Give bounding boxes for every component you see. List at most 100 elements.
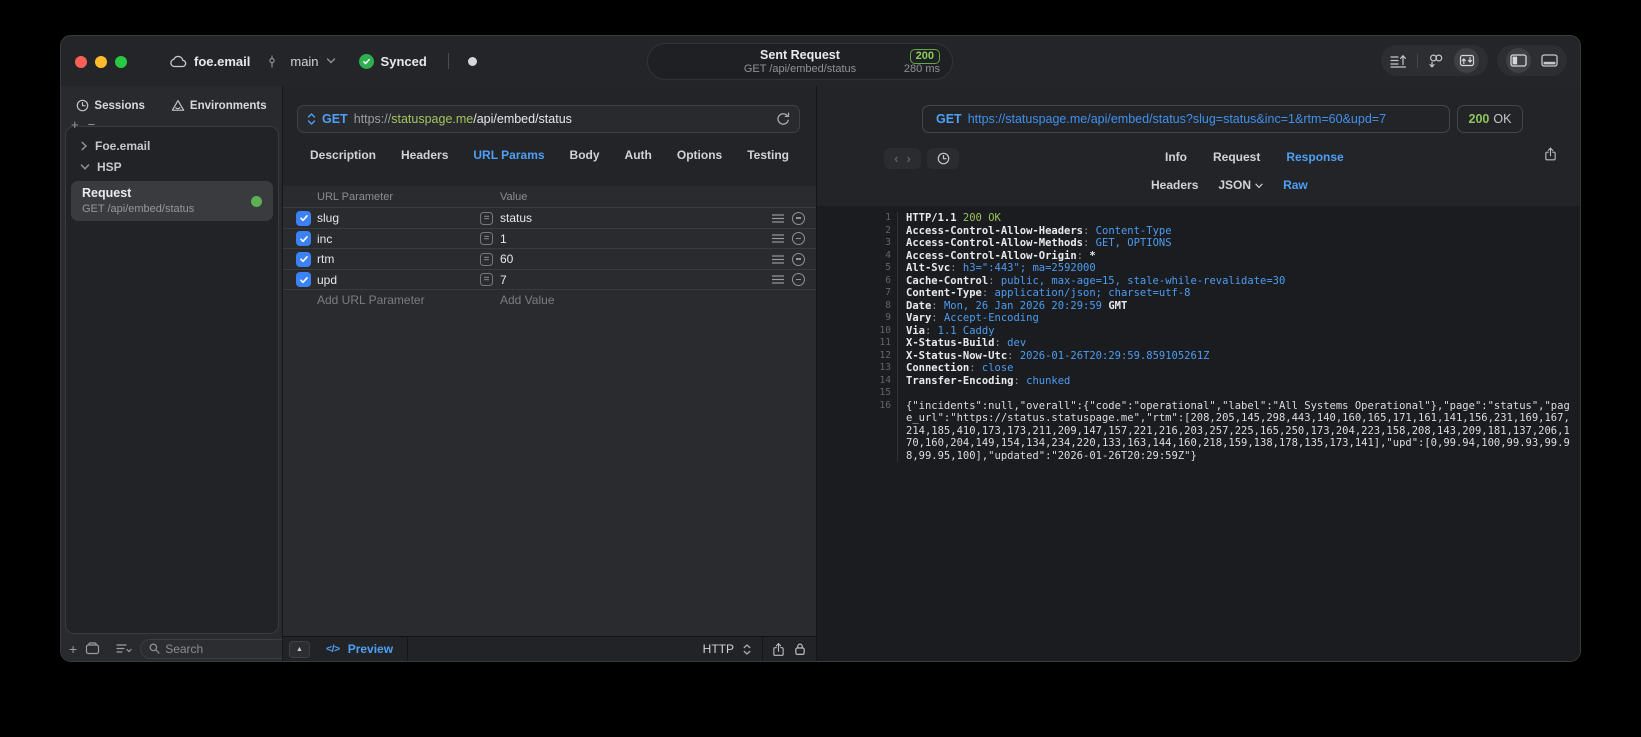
line-number: 1	[885, 212, 891, 223]
request-method[interactable]: GET	[322, 112, 348, 126]
param-enabled-checkbox[interactable]	[296, 272, 311, 287]
sidebar-footer: +	[61, 636, 330, 661]
sync-project-icon[interactable]	[1454, 48, 1479, 73]
param-value-field[interactable]: 1	[500, 232, 507, 246]
new-group-icon[interactable]	[85, 642, 100, 655]
sidebar-tab-environments[interactable]: Environments	[171, 99, 267, 112]
response-tab-request[interactable]: Request	[1213, 150, 1260, 164]
export-response-icon[interactable]	[1544, 146, 1557, 162]
equals-icon: =	[480, 232, 493, 245]
param-enabled-checkbox[interactable]	[296, 231, 311, 246]
add-session-button[interactable]: +	[71, 117, 79, 132]
param-table-header: URL Parameter Value	[283, 186, 816, 207]
search-icon	[149, 643, 160, 654]
header-key: Transfer-Encoding	[906, 374, 1014, 387]
response-tab-info[interactable]: Info	[1165, 150, 1187, 164]
response-viewer[interactable]: 1 HTTP/1.1 200 OK 2 Access-Control-Allow-He…	[817, 206, 1580, 661]
method-selector-icon[interactable]	[307, 113, 316, 125]
share-icon[interactable]	[772, 642, 785, 657]
request-tab-body[interactable]: Body	[570, 148, 600, 162]
header-value-plain: *	[1089, 249, 1096, 262]
code-line: 9 Vary: Accept-Encoding	[867, 312, 1570, 325]
param-value-field[interactable]: 7	[500, 273, 507, 287]
pull-changes-icon[interactable]	[1428, 53, 1444, 68]
param-enabled-checkbox[interactable]	[296, 251, 311, 267]
preview-button[interactable]: Preview	[348, 642, 393, 656]
header-value: close	[981, 362, 1014, 374]
param-name-field[interactable]: inc	[317, 232, 332, 246]
response-tab-response[interactable]: Response	[1286, 150, 1343, 164]
param-enabled-checkbox[interactable]	[296, 210, 311, 226]
response-format-json[interactable]: JSON	[1218, 178, 1263, 192]
response-format-headers[interactable]: Headers	[1151, 178, 1198, 192]
close-window-button[interactable]	[75, 56, 87, 68]
param-name-field[interactable]: rtm	[317, 252, 334, 266]
chevron-right-icon	[80, 141, 88, 151]
back-button[interactable]: ‹	[894, 151, 898, 166]
param-name-field[interactable]: slug	[317, 211, 339, 225]
request-list-item[interactable]: Request GET /api/embed/status	[71, 181, 273, 221]
sidebar-tab-sessions[interactable]: Sessions	[76, 99, 145, 112]
request-tab-options[interactable]: Options	[677, 148, 722, 162]
remove-session-button[interactable]: −	[88, 117, 96, 132]
request-url-bar[interactable]: GET https://statuspage.me/api/embed/stat…	[297, 105, 800, 133]
history-button[interactable]	[927, 148, 959, 169]
project-name[interactable]: foe.email	[194, 54, 250, 69]
header-key: Access-Control-Allow-Headers	[906, 224, 1084, 237]
param-value-field[interactable]: status	[500, 211, 532, 225]
lock-icon[interactable]	[794, 642, 806, 656]
new-request-button[interactable]: +	[69, 641, 77, 657]
line-number: 6	[885, 274, 891, 286]
equals-icon: =	[480, 252, 493, 266]
sort-filter-icon[interactable]	[116, 643, 132, 654]
param-value-field[interactable]: 60	[500, 252, 513, 266]
request-tab-headers[interactable]: Headers	[401, 148, 448, 162]
titlebar-divider	[447, 53, 449, 69]
remove-param-icon[interactable]	[792, 273, 805, 287]
summary-title: Sent Request	[760, 48, 840, 62]
protocol-selector[interactable]: HTTP	[703, 642, 734, 656]
expand-panel-button[interactable]: ▲	[289, 640, 310, 658]
protocol-selector-chevrons-icon[interactable]	[743, 643, 751, 655]
send-request-icon[interactable]	[1390, 54, 1407, 68]
sidebar: Sessions Environments + − Foe.email HSP …	[61, 86, 330, 661]
line-number: 7	[885, 287, 891, 298]
chevron-down-icon[interactable]	[326, 58, 336, 64]
sync-status[interactable]: Synced	[358, 53, 427, 69]
zoom-window-button[interactable]	[115, 56, 127, 68]
reorder-handle-icon[interactable]	[772, 214, 784, 223]
add-param-row[interactable]: Add URL Parameter Add Value	[283, 289, 816, 310]
toggle-sidebar-icon[interactable]	[1506, 48, 1531, 73]
branch-name[interactable]: main	[290, 54, 318, 69]
branch-icon	[267, 55, 277, 68]
request-url[interactable]: https://statuspage.me/api/embed/status	[354, 112, 770, 126]
remove-param-icon[interactable]	[792, 211, 805, 225]
param-name-field[interactable]: upd	[317, 273, 337, 287]
add-value-placeholder[interactable]: Add Value	[500, 293, 555, 307]
remove-param-icon[interactable]	[792, 252, 805, 266]
toggle-bottom-panel-icon[interactable]	[1541, 54, 1558, 67]
column-url-parameter: URL Parameter	[317, 191, 394, 203]
request-tab-url-params[interactable]: URL Params	[473, 148, 544, 162]
remove-param-icon[interactable]	[792, 232, 805, 246]
titlebar: foe.email main Synced Sent Request GET /…	[61, 36, 1580, 86]
reorder-handle-icon[interactable]	[772, 275, 784, 284]
line-number: 16	[879, 399, 891, 411]
add-param-placeholder[interactable]: Add URL Parameter	[317, 293, 425, 307]
forward-button[interactable]: ›	[907, 151, 911, 166]
tree-item-foe-email[interactable]: Foe.email	[80, 139, 150, 153]
request-tab-auth[interactable]: Auth	[625, 148, 652, 162]
request-summary-pill[interactable]: Sent Request GET /api/embed/status 200 2…	[647, 43, 953, 80]
request-item-subtitle: GET /api/embed/status	[82, 203, 195, 215]
response-format-raw[interactable]: Raw	[1283, 178, 1308, 192]
reorder-handle-icon[interactable]	[772, 234, 784, 243]
minimize-window-button[interactable]	[95, 56, 107, 68]
tree-item-hsp[interactable]: HSP	[80, 160, 122, 174]
resend-icon[interactable]	[776, 112, 790, 126]
request-tab-testing[interactable]: Testing	[747, 148, 789, 162]
request-tab-description[interactable]: Description	[310, 148, 376, 162]
sent-request-url-box[interactable]: GET https://statuspage.me/api/embed/stat…	[922, 105, 1450, 133]
reorder-handle-icon[interactable]	[772, 255, 784, 264]
code-line: 8 Date: Mon, 26 Jan 2026 20:29:59 GMT	[867, 299, 1570, 312]
cloud-icon	[169, 55, 187, 68]
